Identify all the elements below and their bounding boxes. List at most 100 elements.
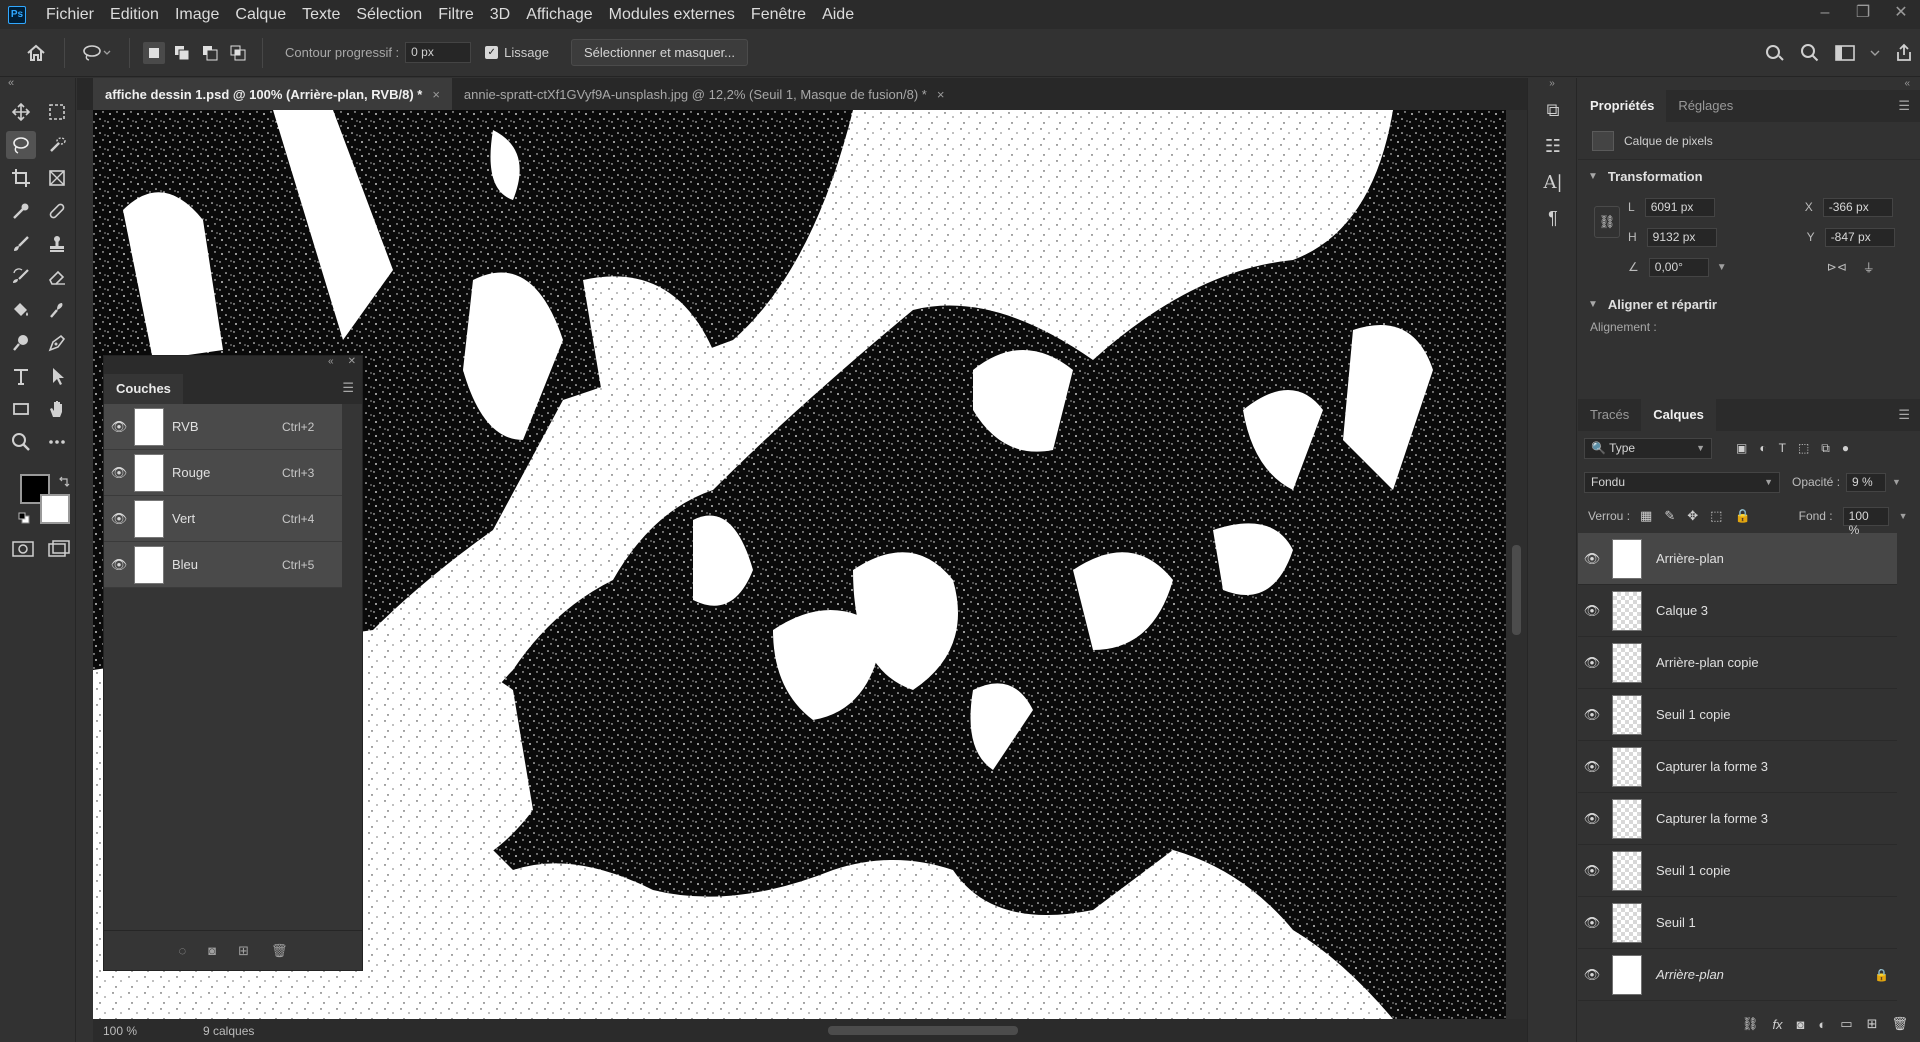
layer-row[interactable]: 👁 Seuil 1 [1578,897,1897,949]
restore-button[interactable]: ❐ [1844,0,1882,29]
tab-annie-spratt[interactable]: annie-spratt-ctXf1GVyf9A-unsplash.jpg @ … [452,78,957,110]
eye-icon[interactable]: 👁 [1578,863,1606,879]
quick-mask-icon[interactable] [12,540,34,558]
filter-shape-icon[interactable]: ⬚ [1798,441,1809,456]
fx-icon[interactable]: fx [1772,1017,1782,1032]
type-tool-icon[interactable] [6,362,36,390]
filter-pixel-icon[interactable]: ▣ [1736,441,1747,456]
tab-traces[interactable]: Tracés [1578,399,1641,431]
filter-type-select[interactable]: 🔍 Type ▼ [1584,437,1712,459]
adjustments-panel-icon[interactable]: ☷ [1528,128,1578,164]
lasso-tool-icon[interactable] [6,131,36,159]
pen-tool-icon[interactable] [42,329,72,357]
close-tab-icon[interactable]: × [937,87,945,102]
load-selection-icon[interactable]: ◌ [178,943,186,958]
screen-mode-icon[interactable] [48,540,70,558]
lock-all-icon[interactable]: 🔒 [1734,508,1750,524]
menu-filtre[interactable]: Filtre [430,0,482,29]
flip-vertical-icon[interactable]: ⏚ [1863,259,1875,276]
trash-icon[interactable]: 🗑 [1891,1016,1908,1032]
tab-reglages[interactable]: Réglages [1666,90,1745,122]
layer-row[interactable]: 👁 Arrière-plan 🔒 [1578,949,1897,1001]
add-mask-icon[interactable]: ◙ [1797,1017,1805,1032]
align-section-header[interactable]: ▼ Aligner et répartir [1578,288,1920,320]
channel-row-vert[interactable]: 👁 Vert Ctrl+4 [104,496,342,542]
eye-icon[interactable]: 👁 [104,419,134,435]
chevron-down-icon[interactable] [1870,48,1880,58]
eye-icon[interactable]: 👁 [104,465,134,481]
menu-edition[interactable]: Edition [102,0,167,29]
character-panel-icon[interactable]: A| [1528,164,1578,200]
path-select-tool-icon[interactable] [42,362,72,390]
link-icon[interactable]: ⛓ [1594,206,1620,238]
panel-menu-icon[interactable]: ☰ [342,380,362,404]
minimize-button[interactable]: – [1806,0,1844,29]
layer-row[interactable]: 👁 Calque 3 [1578,585,1897,637]
channel-row-rvb[interactable]: 👁 RVB Ctrl+2 [104,404,342,450]
share-icon[interactable] [1894,43,1914,63]
layer-row[interactable]: 👁 Capturer la forme 3 [1578,793,1897,845]
swap-colors-icon[interactable] [58,476,70,488]
marquee-tool-icon[interactable] [42,98,72,126]
layer-row[interactable]: 👁 Seuil 1 copie [1578,845,1897,897]
history-panel-icon[interactable]: ⧉ [1528,92,1578,128]
menu-modules-externes[interactable]: Modules externes [601,0,743,29]
intersect-selection-icon[interactable] [227,42,249,64]
panel-menu-icon[interactable]: ☰ [1898,98,1910,114]
eraser-tool-icon[interactable] [42,263,72,291]
tab-proprietes[interactable]: Propriétés [1578,90,1667,122]
quick-select-tool-icon[interactable] [42,131,72,159]
crop-tool-icon[interactable] [6,164,36,192]
home-icon[interactable] [18,35,54,71]
layer-row[interactable]: 👁 Capturer la forme 3 [1578,741,1897,793]
collapse-icon[interactable]: « [0,78,75,92]
smoothing-checkbox[interactable]: ✓ [485,46,499,59]
chevron-down-icon[interactable]: ▼ [1717,262,1727,273]
eye-icon[interactable]: 👁 [1578,967,1606,983]
background-color-swatch[interactable] [40,494,70,524]
tab-couches[interactable]: Couches [104,374,183,404]
eye-icon[interactable]: 👁 [1578,811,1606,827]
tab-calques[interactable]: Calques [1641,399,1716,431]
subtract-selection-icon[interactable] [199,42,221,64]
eye-icon[interactable]: 👁 [1578,603,1606,619]
layer-row[interactable]: 👁 Arrière-plan [1578,533,1897,585]
feather-input[interactable]: 0 px [405,42,472,63]
save-selection-icon[interactable]: ◙ [208,943,216,958]
trash-icon[interactable]: 🗑 [271,943,288,959]
new-layer-icon[interactable]: ⊞ [1867,1016,1878,1032]
blend-mode-select[interactable]: Fondu ▼ [1584,471,1780,493]
frame-tool-icon[interactable] [42,164,72,192]
history-brush-tool-icon[interactable] [6,263,36,291]
menu-3d[interactable]: 3D [482,0,518,29]
y-input[interactable]: -847 px [1824,227,1895,247]
lock-transparency-icon[interactable]: ▦ [1640,508,1652,524]
filter-adjustment-icon[interactable]: ◐ [1759,441,1766,456]
eye-icon[interactable]: 👁 [1578,551,1606,567]
select-and-mask-button[interactable]: Sélectionner et masquer... [570,39,749,66]
chevron-down-icon[interactable]: ▼ [1899,511,1908,521]
lock-pixels-icon[interactable]: ✎ [1664,508,1675,524]
lock-artboard-icon[interactable]: ⬚ [1710,508,1722,524]
collapse-icon[interactable]: » [1528,78,1576,92]
angle-input[interactable]: 0,00° [1648,257,1709,277]
lasso-preset-icon[interactable] [75,38,119,68]
bucket-tool-icon[interactable] [6,296,36,324]
collapse-icon[interactable]: « [1578,78,1920,90]
menu-affichage[interactable]: Affichage [518,0,600,29]
default-colors-icon[interactable] [18,512,30,524]
hand-tool-icon[interactable] [42,395,72,423]
new-group-icon[interactable]: ▭ [1840,1016,1852,1032]
lock-position-icon[interactable]: ✥ [1687,508,1698,524]
chevron-down-icon[interactable]: ▼ [1892,477,1901,487]
healing-tool-icon[interactable] [42,197,72,225]
close-icon[interactable]: ✕ [348,356,356,368]
paragraph-panel-icon[interactable]: ¶ [1528,200,1578,236]
filter-smart-object-icon[interactable]: ⧉ [1821,441,1830,456]
zoom-tool-icon[interactable] [6,428,36,456]
brush-tool-icon[interactable] [6,230,36,258]
menu-texte[interactable]: Texte [294,0,348,29]
eyedropper-tool-icon[interactable] [6,197,36,225]
more-tools-icon[interactable] [42,428,72,456]
x-input[interactable]: -366 px [1822,197,1893,217]
